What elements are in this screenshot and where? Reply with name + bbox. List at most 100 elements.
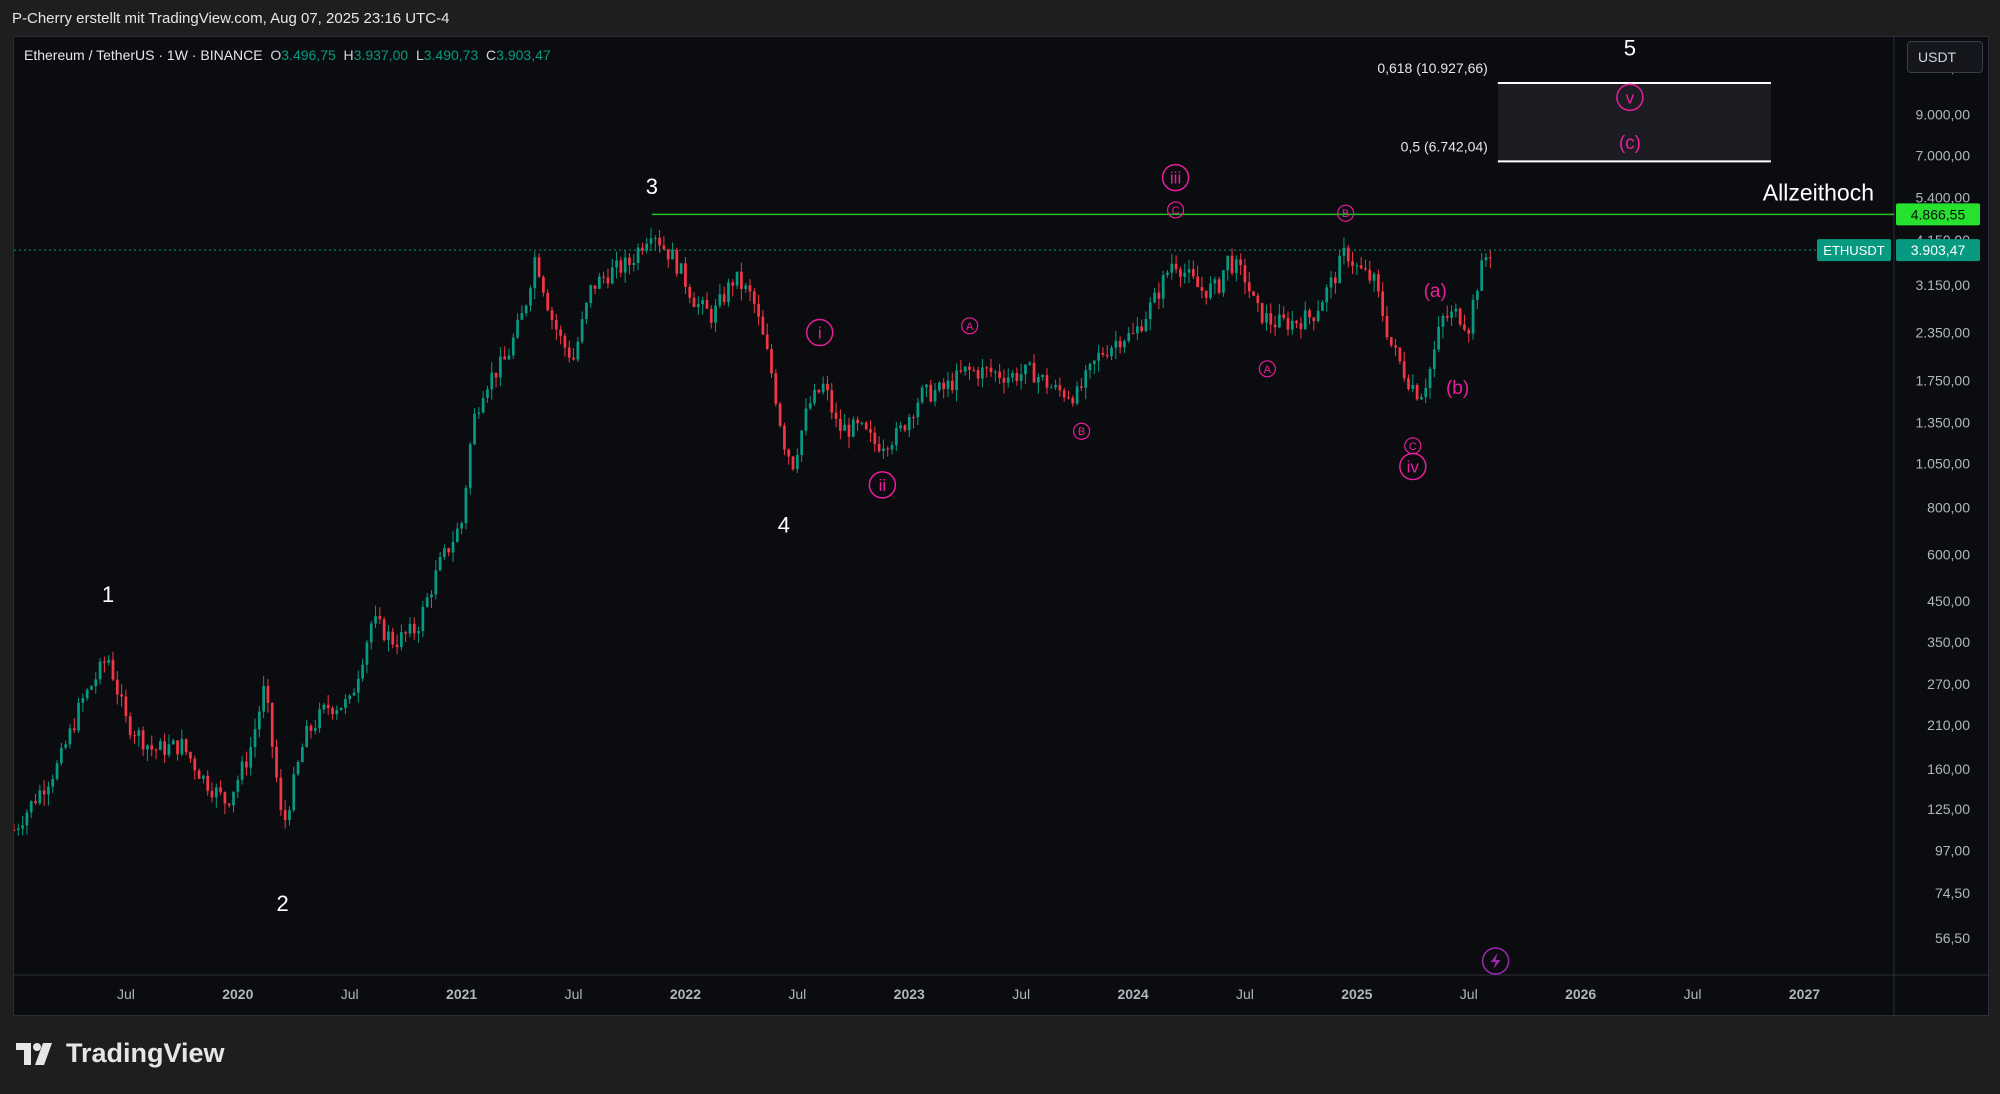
candle-body	[795, 454, 799, 470]
candle-body	[1213, 279, 1217, 284]
candle-body	[873, 432, 877, 445]
candle-body	[365, 642, 369, 665]
candle-body	[85, 689, 89, 699]
candle-body	[1488, 257, 1492, 259]
candle-body	[64, 744, 68, 748]
candle-body	[1239, 259, 1243, 266]
candle-body	[942, 382, 946, 390]
candle-body	[412, 623, 416, 634]
candle-body	[1480, 260, 1484, 291]
candle-body	[1342, 247, 1346, 256]
candle-body	[666, 249, 670, 260]
candle-body	[877, 444, 881, 452]
candle-body	[455, 528, 459, 543]
candle-body	[447, 548, 451, 553]
y-tick-label: 7.000,00	[1916, 147, 1971, 163]
candle-body	[735, 271, 739, 286]
chart-caption: P-Cherry erstellt mit TradingView.com, A…	[12, 10, 450, 27]
candle-body	[202, 775, 205, 779]
candle-body	[843, 424, 847, 431]
candle-body	[537, 257, 541, 277]
candle-body	[580, 319, 584, 342]
y-tick-label: 600,00	[1927, 546, 1970, 562]
candle-body	[705, 300, 709, 309]
candle-body	[1174, 263, 1178, 270]
candle-body	[869, 429, 872, 433]
y-tick-label: 450,00	[1927, 593, 1970, 609]
candle-body	[938, 382, 941, 391]
candle-body	[490, 372, 494, 390]
candle-body	[1144, 319, 1148, 332]
candle-body	[1230, 255, 1234, 274]
candle-body	[1135, 326, 1139, 334]
candle-body	[765, 334, 769, 350]
candle-body	[387, 631, 390, 641]
symbol-label[interactable]: Ethereum / TetherUS · 1W · BINANCE	[24, 47, 263, 63]
x-tick-label: 2021	[446, 986, 477, 1002]
candle-body	[167, 744, 171, 755]
candle-body	[610, 267, 614, 284]
price-chart[interactable]: 12.000,009.000,007.000,005.400,004.150,0…	[14, 37, 1988, 1015]
candle-body	[1295, 320, 1298, 324]
candle-body	[206, 775, 210, 791]
x-tick-label: 2027	[1789, 986, 1820, 1002]
candle-body	[916, 402, 920, 418]
candle-body	[417, 631, 420, 634]
candle-body	[77, 702, 80, 731]
wave-label: iii	[1170, 169, 1181, 188]
x-tick-label: 2024	[1117, 986, 1148, 1002]
candle-body	[51, 778, 55, 787]
y-tick-label: 160,00	[1927, 761, 1970, 777]
fib-upper-label: 0,618 (10.927,66)	[1377, 60, 1488, 76]
candle-body	[701, 300, 704, 305]
candle-body	[546, 292, 550, 311]
candle-body	[1170, 263, 1174, 273]
high-value: 3.937,00	[353, 47, 409, 63]
candle-body	[1140, 326, 1144, 332]
candle-body	[830, 390, 834, 413]
candle-body	[369, 623, 373, 643]
candle-body	[671, 249, 674, 260]
candle-body	[955, 370, 958, 391]
wave-label: A	[966, 321, 974, 333]
candle-body	[679, 263, 683, 274]
candle-body	[1385, 315, 1389, 338]
candle-body	[1054, 385, 1057, 388]
high-label: H	[343, 47, 354, 63]
currency-selector[interactable]: USDT	[1907, 41, 1983, 73]
candle-body	[576, 341, 580, 360]
tradingview-logo[interactable]: TradingView	[16, 1038, 225, 1069]
candle-body	[1286, 317, 1290, 330]
candle-body	[391, 631, 395, 645]
candle-body	[1471, 299, 1475, 334]
candle-body	[301, 747, 304, 763]
wave-label: 5	[1624, 37, 1636, 60]
candle-body	[292, 774, 296, 811]
candle-body	[1265, 313, 1268, 323]
y-tick-label: 2.350,00	[1916, 325, 1971, 341]
candle-body	[1359, 265, 1363, 269]
candle-body	[464, 487, 468, 524]
candle-body	[38, 790, 42, 804]
candle-body	[1080, 386, 1083, 388]
candle-body	[421, 606, 425, 632]
wave-label: i	[818, 324, 822, 343]
candle-body	[628, 257, 631, 265]
tradingview-logo-icon	[16, 1042, 52, 1065]
y-tick-label: 125,00	[1927, 801, 1970, 817]
candle-body	[503, 356, 507, 360]
candle-body	[348, 695, 352, 700]
chart-panel[interactable]: 12.000,009.000,007.000,005.400,004.150,0…	[13, 36, 1989, 1016]
candle-body	[567, 347, 571, 358]
y-tick-label: 1.050,00	[1916, 455, 1971, 471]
candle-body	[1011, 372, 1014, 378]
candle-body	[524, 305, 528, 314]
candle-body	[21, 825, 24, 829]
candle-body	[847, 424, 851, 437]
candle-body	[658, 237, 661, 246]
candle-body	[288, 810, 291, 821]
candle-body	[1389, 337, 1393, 346]
candle-body	[817, 389, 821, 393]
candle-body	[115, 679, 119, 695]
candle-body	[1041, 375, 1045, 377]
